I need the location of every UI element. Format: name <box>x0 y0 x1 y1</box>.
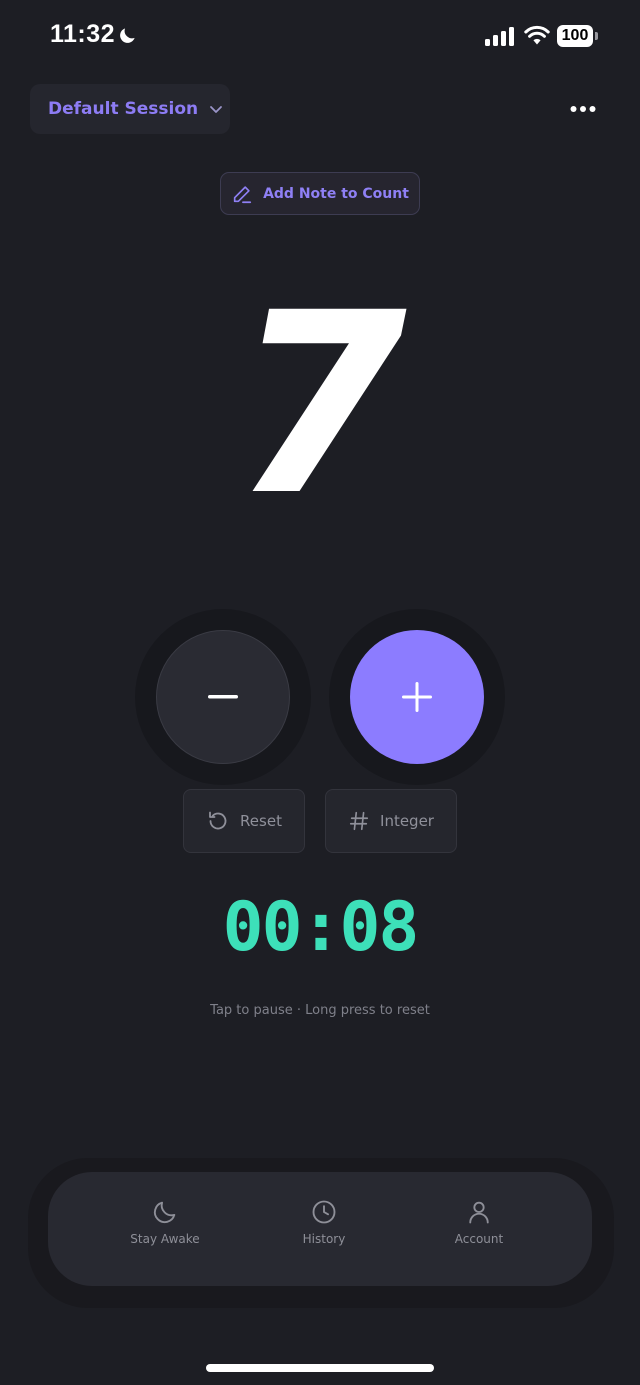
tab-history-label: History <box>302 1232 346 1246</box>
status-time: 11:32 <box>50 20 116 48</box>
timer-hint: Tap to pause · Long press to reset <box>210 1003 430 1018</box>
user-icon <box>469 1201 489 1224</box>
tab-account-label: Account <box>454 1232 504 1246</box>
session-timer[interactable]: 00:08 <box>0 888 640 968</box>
pencil-icon <box>233 185 252 203</box>
tab-history[interactable]: History <box>264 1198 384 1246</box>
decrement-button[interactable] <box>156 630 290 764</box>
signal-icon <box>485 27 514 46</box>
count-value[interactable]: 7 <box>0 275 640 535</box>
plus-icon <box>402 682 432 712</box>
wifi-icon <box>524 25 550 45</box>
tab-account[interactable]: Account <box>419 1198 539 1246</box>
clock-icon <box>312 1200 336 1224</box>
rotate-ccw-icon <box>209 811 227 830</box>
moon-icon <box>153 1201 176 1224</box>
hash-icon <box>349 811 369 831</box>
home-indicator[interactable] <box>206 1364 434 1372</box>
more-menu-button[interactable] <box>562 96 604 122</box>
add-note-button[interactable]: Add Note to Count <box>220 172 420 215</box>
integer-label: Integer <box>380 812 434 830</box>
integer-button[interactable]: Integer <box>325 789 457 853</box>
session-label: Default Session <box>48 99 199 119</box>
reset-button[interactable]: Reset <box>183 789 305 853</box>
tab-stay-awake[interactable]: Stay Awake <box>105 1198 225 1246</box>
chevron-down-icon <box>210 106 223 113</box>
tab-stay-awake-label: Stay Awake <box>130 1232 200 1246</box>
minus-icon <box>208 695 238 699</box>
status-bar: 11:32 100 <box>0 0 640 72</box>
add-note-label: Add Note to Count <box>263 185 409 202</box>
increment-button[interactable] <box>350 630 484 764</box>
reset-label: Reset <box>240 812 282 830</box>
more-horizontal-icon <box>570 106 596 112</box>
battery-icon: 100 <box>557 25 593 47</box>
session-selector[interactable]: Default Session <box>30 84 230 134</box>
moon-icon <box>120 28 135 43</box>
battery-cap <box>595 32 598 40</box>
